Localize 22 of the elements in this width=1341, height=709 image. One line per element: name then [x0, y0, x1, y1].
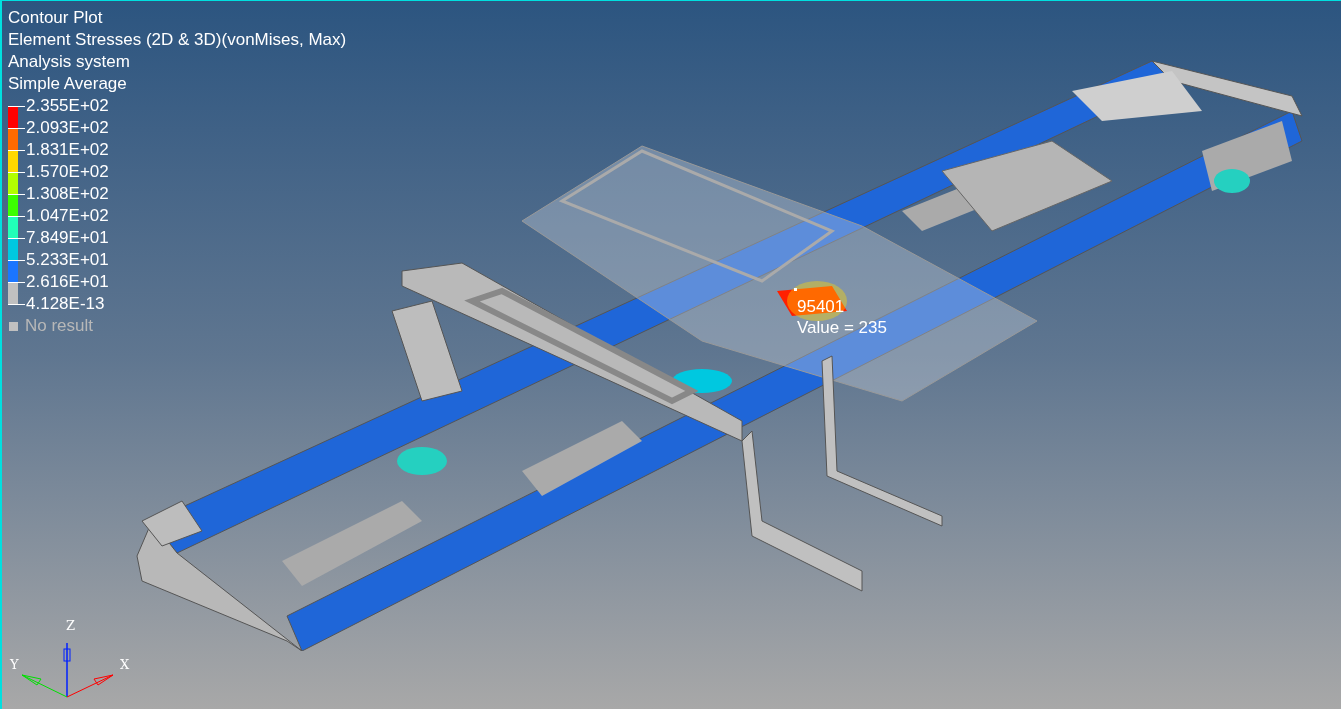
legend-level-label: 2.355E+02	[26, 95, 109, 117]
no-result-label: No result	[25, 315, 94, 337]
coordinate-system: Analysis system	[8, 51, 131, 73]
plot-title: Contour Plot	[8, 7, 104, 29]
legend-level-label: 4.128E-13	[26, 293, 105, 315]
legend-level-label: 1.570E+02	[26, 161, 109, 183]
no-result-swatch	[9, 321, 18, 331]
y-axis-label: Y	[10, 658, 19, 672]
legend-level-label: 1.047E+02	[26, 205, 109, 227]
x-axis-label: X	[120, 658, 130, 672]
probe-value: Value = 235	[797, 318, 887, 338]
legend-level-label: 5.233E+01	[26, 249, 109, 271]
legend-level-label: 1.308E+02	[26, 183, 109, 205]
legend-level-label: 2.093E+02	[26, 117, 109, 139]
probe-marker	[794, 288, 797, 291]
probe-element-id: 95401	[797, 297, 845, 317]
legend-level-label: 7.849E+01	[26, 227, 109, 249]
legend-level-label: 2.616E+01	[26, 271, 109, 293]
legend-level-label: 1.831E+02	[26, 139, 109, 161]
z-axis-label: Z	[66, 619, 76, 633]
averaging-method: Simple Average	[8, 73, 128, 95]
result-type: Element Stresses (2D & 3D)(vonMises, Max)	[8, 29, 347, 51]
